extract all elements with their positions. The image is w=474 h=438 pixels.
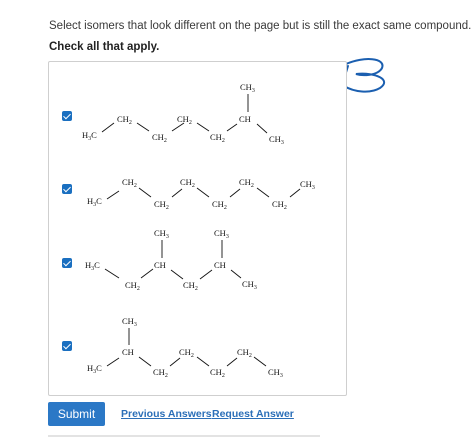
svg-text:H3C: H3C	[87, 363, 102, 375]
svg-text:CH3: CH3	[300, 179, 315, 191]
option-2-structure: H3C CH2 CH2 CH2 CH2 CH2 CH2 CH3	[87, 177, 315, 211]
svg-text:CH3: CH3	[242, 279, 257, 291]
request-answer-link[interactable]: Request Answer	[212, 408, 294, 420]
svg-text:CH2: CH2	[177, 114, 192, 126]
svg-text:CH2: CH2	[152, 132, 167, 144]
svg-text:CH: CH	[214, 260, 226, 270]
option-2-checkbox[interactable]	[62, 184, 72, 194]
svg-text:CH2: CH2	[239, 177, 254, 189]
svg-text:CH: CH	[239, 114, 251, 124]
svg-text:CH2: CH2	[272, 199, 287, 211]
svg-text:CH: CH	[122, 347, 134, 357]
svg-text:CH2: CH2	[153, 367, 168, 379]
submit-button[interactable]: Submit	[48, 402, 105, 426]
svg-text:H3C: H3C	[82, 130, 97, 142]
option-4-checkbox[interactable]	[62, 341, 72, 351]
svg-text:CH2: CH2	[183, 280, 198, 292]
svg-text:H3C: H3C	[87, 196, 102, 208]
previous-answers-link[interactable]: Previous Answers	[121, 408, 212, 420]
option-3-checkbox[interactable]	[62, 258, 72, 268]
options-panel: H3C CH2 CH2 CH2 CH2 CH3 CH CH3 H3C CH2 C…	[48, 61, 347, 396]
svg-text:CH2: CH2	[117, 114, 132, 126]
svg-text:CH2: CH2	[122, 177, 137, 189]
svg-text:CH2: CH2	[210, 367, 225, 379]
svg-text:CH3: CH3	[240, 82, 255, 94]
option-1-checkbox[interactable]	[62, 111, 72, 121]
svg-text:CH2: CH2	[180, 177, 195, 189]
svg-text:CH3: CH3	[268, 367, 283, 379]
svg-text:CH2: CH2	[210, 132, 225, 144]
svg-text:CH2: CH2	[179, 347, 194, 359]
instruction-text: Check all that apply.	[49, 41, 160, 53]
svg-text:CH2: CH2	[125, 280, 140, 292]
svg-text:CH2: CH2	[212, 199, 227, 211]
svg-text:CH3: CH3	[214, 228, 229, 240]
option-3-structure: H3C CH2 CH3 CH CH2 CH3 CH CH3	[85, 228, 257, 292]
svg-text:CH3: CH3	[269, 134, 284, 146]
svg-text:CH2: CH2	[154, 199, 169, 211]
question-text: Select isomers that look different on th…	[49, 20, 472, 32]
svg-text:CH3: CH3	[154, 228, 169, 240]
option-4-structure: H3C CH3 CH CH2 CH2 CH2 CH2 CH3	[87, 316, 283, 379]
svg-text:CH2: CH2	[237, 347, 252, 359]
svg-text:H3C: H3C	[85, 260, 100, 272]
svg-text:CH: CH	[154, 260, 166, 270]
option-1-structure: H3C CH2 CH2 CH2 CH2 CH3 CH CH3	[82, 82, 284, 146]
svg-text:CH3: CH3	[122, 316, 137, 328]
bottom-divider	[48, 435, 320, 437]
